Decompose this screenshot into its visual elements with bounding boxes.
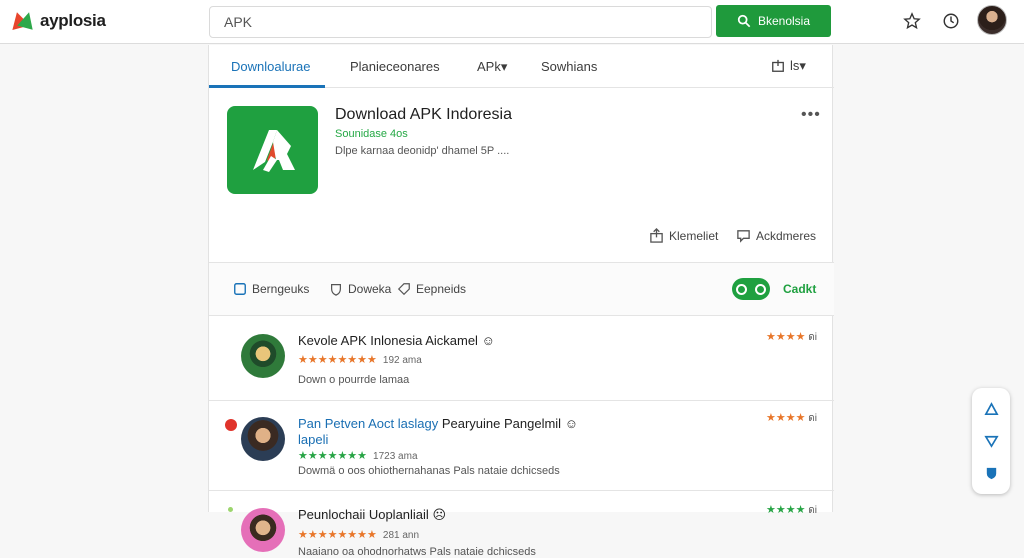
app-title: Download APK Indoresia: [335, 106, 512, 123]
reviewer-name: Kevole APK Inlonesia Aickamel ☺: [298, 333, 495, 348]
brand-logo[interactable]: ayplosia: [8, 9, 106, 33]
brand-name: ayplosia: [40, 11, 106, 30]
review-body: Dowmä o oos ohiothernahanas Pals nataie …: [298, 465, 560, 477]
filter-berngeuks[interactable]: Berngeuks: [233, 282, 309, 296]
app-subtitle: Sounidase 4os: [335, 128, 408, 140]
reviewer-name-line2: lapeli: [298, 432, 329, 447]
heart-icon[interactable]: [981, 431, 1001, 451]
search-button[interactable]: Bkenolsia: [716, 5, 831, 37]
comment-button[interactable]: Ackdmeres: [736, 228, 816, 243]
search-icon: [737, 14, 751, 28]
view-toggle[interactable]: [732, 278, 770, 300]
tab-menu-label: ls▾: [790, 58, 806, 73]
tag-icon: [397, 283, 410, 296]
recycle-icon[interactable]: [981, 400, 1001, 420]
shield-icon[interactable]: [981, 462, 1001, 482]
emoji-icon: ☺: [481, 333, 495, 348]
shield-icon: [331, 284, 341, 296]
review-stars: ★★★★★★★★ 192 ama: [298, 354, 422, 366]
filter-label: Eepneids: [416, 282, 467, 296]
alert-badge-icon: [225, 419, 237, 431]
review-rating: ★★★★ ดi: [766, 331, 817, 343]
comment-icon: [737, 230, 750, 243]
filter-label: Doweka: [348, 282, 392, 296]
share-icon: [650, 228, 663, 243]
tab-planned[interactable]: Planieceonares: [350, 59, 440, 74]
review-rating: ★★★★ ดi: [766, 412, 817, 424]
toggle-label[interactable]: Cadkt: [783, 282, 816, 296]
comment-label: Ackdmeres: [756, 228, 817, 243]
floating-action-bar: [972, 388, 1010, 494]
app-description: Dlpe karnaa deonidp' dhamel 5P ....: [335, 145, 510, 157]
review-stars: ★★★★★★★ 1723 ama: [298, 450, 418, 462]
reviewer-avatar[interactable]: [241, 334, 285, 378]
review-item[interactable]: Pan Petven Aoct laslagy Pearyuine Pangel…: [209, 401, 834, 491]
reviewer-avatar[interactable]: [241, 508, 285, 552]
tab-downloads[interactable]: Downloalurae: [231, 59, 311, 74]
filter-label: Berngeuks: [252, 282, 310, 296]
filter-doweka[interactable]: Doweka: [329, 282, 391, 296]
share-box-icon: [772, 59, 784, 72]
emoji-icon: ☹: [432, 507, 446, 522]
user-avatar[interactable]: [977, 5, 1007, 35]
tab-apk[interactable]: APk▾: [477, 59, 507, 75]
reviewer-avatar[interactable]: [241, 417, 285, 461]
review-stars: ★★★★★★★★ 281 ann: [298, 529, 420, 541]
tab-menu-button[interactable]: ls▾: [771, 58, 806, 74]
filter-eepneids[interactable]: Eepneids: [397, 282, 466, 296]
top-bar: ayplosia Bkenolsia: [0, 0, 1024, 44]
more-options-button[interactable]: •••: [801, 106, 821, 124]
tab-sowhians[interactable]: Sowhians: [541, 59, 597, 74]
search-button-label: Bkenolsia: [757, 14, 811, 28]
emoji-icon: ☺: [564, 416, 578, 431]
toggle-dot-icon: [736, 283, 747, 295]
app-logo-icon: [252, 130, 295, 172]
main-panel: Downloalurae Planieceonares APk▾ Sowhian…: [208, 45, 834, 558]
review-item[interactable]: Peunlochaii Uoplanliail ☹ ★★★★★★★★ 281 an…: [209, 491, 834, 558]
review-body: Naaiano oa ohodnorhatws Pals nataie dchi…: [298, 546, 536, 558]
app-icon[interactable]: [227, 106, 318, 194]
logo-icon: [8, 9, 37, 32]
review-item[interactable]: Kevole APK Inlonesia Aickamel ☺ ★★★★★★★★…: [209, 316, 834, 401]
toggle-dot-icon: [755, 283, 766, 295]
review-body: Down o pourrde lamaa: [298, 374, 410, 386]
share-button[interactable]: Klemeliet: [649, 228, 718, 243]
search-input[interactable]: [209, 6, 712, 38]
checkbox-icon: [234, 283, 246, 295]
reviewer-name: Pan Petven Aoct laslagy Pearyuine Pangel…: [298, 416, 578, 431]
review-rating: ★★★★ ดi: [766, 504, 817, 516]
reviewer-name: Peunlochaii Uoplanliail ☹: [298, 507, 446, 522]
tab-bar: Downloalurae Planieceonares APk▾ Sowhian…: [209, 45, 834, 88]
clock-icon[interactable]: [940, 10, 962, 32]
online-badge-icon: [228, 507, 233, 512]
app-card: Download APK Indoresia Sounidase 4os Dlp…: [209, 88, 834, 263]
star-icon[interactable]: [901, 10, 923, 32]
filter-bar: Berngeuks Doweka Eepneids Cadkt: [209, 263, 834, 316]
share-label: Klemeliet: [669, 228, 719, 243]
